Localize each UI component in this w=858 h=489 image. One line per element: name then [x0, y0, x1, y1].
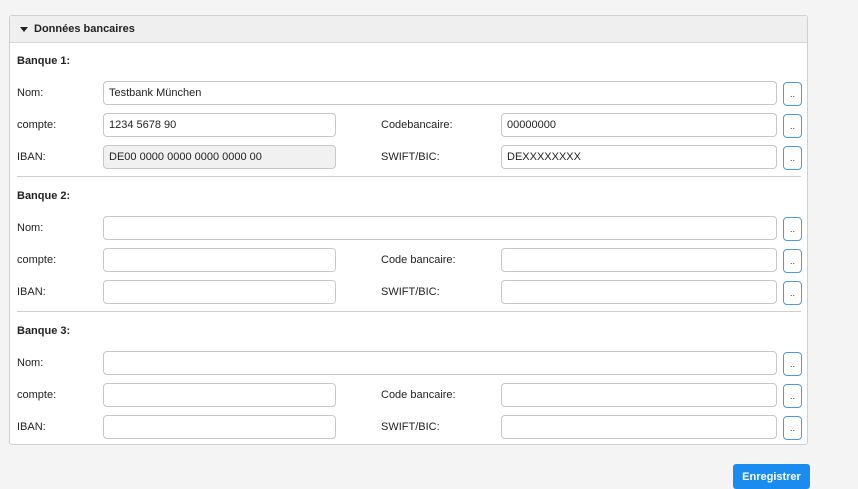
- account-label: compte:: [17, 119, 57, 131]
- divider: [17, 311, 801, 312]
- iban-input[interactable]: [103, 145, 336, 169]
- save-button[interactable]: Enregistrer: [733, 464, 810, 489]
- iban-label: IBAN:: [17, 151, 46, 163]
- name-lookup-button[interactable]: ..: [783, 352, 802, 376]
- name-lookup-button[interactable]: ..: [783, 217, 802, 241]
- bank-title: Banque 1:: [17, 55, 71, 67]
- bank-data-panel: Données bancaires Banque 1: Nom: .. comp…: [9, 15, 808, 445]
- bank-code-label: Codebancaire:: [381, 119, 453, 131]
- bank-name-input[interactable]: [103, 351, 777, 375]
- bank-name-input[interactable]: [103, 81, 777, 105]
- bank-code-input[interactable]: [501, 383, 777, 407]
- panel-title: Données bancaires: [34, 23, 135, 35]
- swift-label: SWIFT/BIC:: [381, 421, 440, 433]
- iban-label: IBAN:: [17, 421, 46, 433]
- swift-lookup-button[interactable]: ..: [783, 416, 802, 440]
- iban-label: IBAN:: [17, 286, 46, 298]
- bank-code-lookup-button[interactable]: ..: [783, 384, 802, 408]
- bank-title: Banque 2:: [17, 190, 71, 202]
- divider: [17, 176, 801, 177]
- swift-lookup-button[interactable]: ..: [783, 281, 802, 305]
- panel-header[interactable]: Données bancaires: [10, 16, 807, 43]
- swift-input[interactable]: [501, 145, 777, 169]
- bank-code-label: Code bancaire:: [381, 389, 456, 401]
- iban-input[interactable]: [103, 415, 336, 439]
- account-label: compte:: [17, 254, 57, 266]
- caret-down-icon[interactable]: [20, 26, 28, 32]
- account-input[interactable]: [103, 383, 336, 407]
- account-label: compte:: [17, 389, 57, 401]
- name-label: Nom:: [17, 222, 44, 234]
- swift-lookup-button[interactable]: ..: [783, 146, 802, 170]
- bank-name-input[interactable]: [103, 216, 777, 240]
- account-input[interactable]: [103, 248, 336, 272]
- bank-code-label: Code bancaire:: [381, 254, 456, 266]
- name-label: Nom:: [17, 87, 44, 99]
- bank-code-input[interactable]: [501, 113, 777, 137]
- bank-code-lookup-button[interactable]: ..: [783, 249, 802, 273]
- swift-input[interactable]: [501, 280, 777, 304]
- name-lookup-button[interactable]: ..: [783, 82, 802, 106]
- swift-label: SWIFT/BIC:: [381, 151, 440, 163]
- bank-title: Banque 3:: [17, 325, 71, 337]
- iban-input[interactable]: [103, 280, 336, 304]
- bank-code-lookup-button[interactable]: ..: [783, 114, 802, 138]
- account-input[interactable]: [103, 113, 336, 137]
- bank-code-input[interactable]: [501, 248, 777, 272]
- swift-input[interactable]: [501, 415, 777, 439]
- swift-label: SWIFT/BIC:: [381, 286, 440, 298]
- name-label: Nom:: [17, 357, 44, 369]
